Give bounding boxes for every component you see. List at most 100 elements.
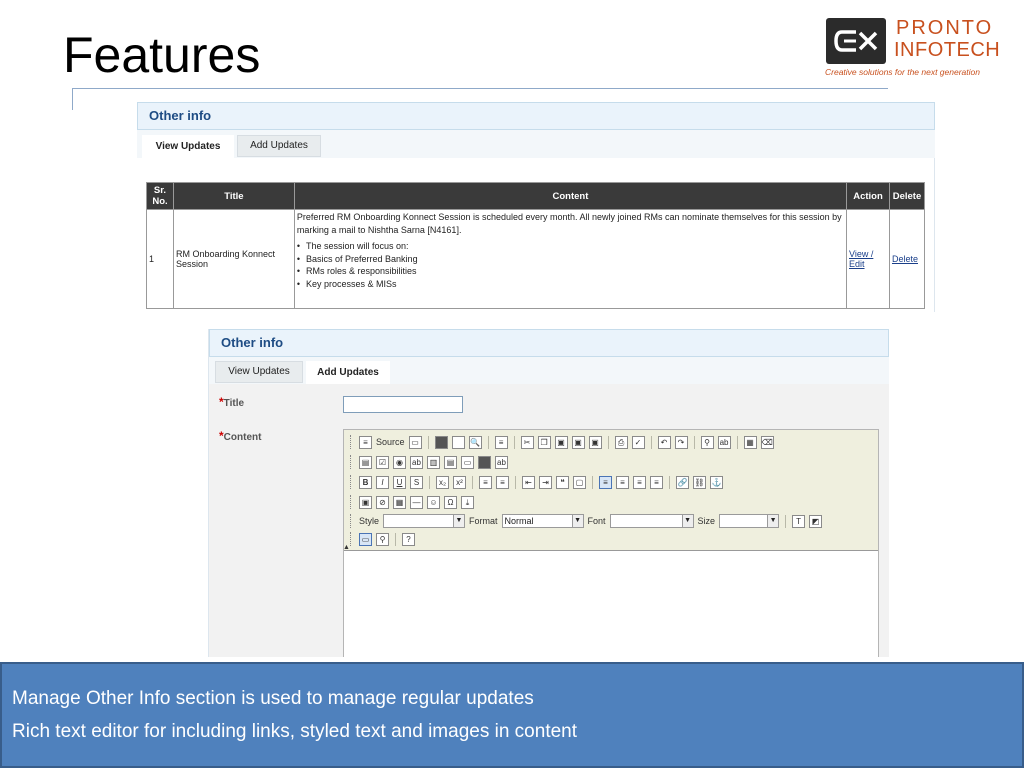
- form-icon[interactable]: ▤: [359, 455, 372, 469]
- tab-view-updates[interactable]: View Updates: [142, 135, 234, 158]
- outdent-icon[interactable]: ⇤: [522, 475, 535, 489]
- text-color-icon[interactable]: T: [792, 514, 806, 528]
- content-intro: Preferred RM Onboarding Konnect Session …: [296, 212, 842, 235]
- horizontal-rule-icon[interactable]: ―: [410, 495, 423, 509]
- cut-icon[interactable]: ✂: [520, 435, 534, 449]
- col-delete: Delete: [888, 182, 926, 210]
- superscript-icon[interactable]: x²: [453, 475, 466, 489]
- indent-icon[interactable]: ⇥: [539, 475, 552, 489]
- find-icon[interactable]: ⚲: [700, 435, 714, 449]
- tab-view-updates[interactable]: View Updates: [215, 361, 303, 383]
- print-icon[interactable]: ⎙: [614, 435, 628, 449]
- new-page-icon[interactable]: [451, 435, 465, 449]
- chevron-down-icon: ▼: [767, 515, 779, 527]
- subscript-icon[interactable]: x₂: [436, 475, 449, 489]
- blockquote-icon[interactable]: ❝: [556, 475, 569, 489]
- div-container-icon[interactable]: ▢: [573, 475, 586, 489]
- title-divider-tick: [72, 88, 73, 110]
- chevron-down-icon: ▼: [681, 515, 693, 527]
- title-input[interactable]: [343, 396, 463, 413]
- align-left-icon[interactable]: ≡: [599, 475, 612, 489]
- size-select[interactable]: ▼: [719, 514, 780, 528]
- print-preview-icon[interactable]: 🔍: [468, 435, 482, 449]
- help-icon[interactable]: ?: [402, 532, 415, 546]
- copy-icon[interactable]: ❐: [537, 435, 551, 449]
- toolbar-grip: [350, 475, 353, 489]
- templates-icon[interactable]: ≡: [494, 435, 508, 449]
- delete-link[interactable]: Delete: [892, 254, 918, 264]
- page-break-icon[interactable]: ⤓: [461, 495, 474, 509]
- preview-icon[interactable]: ▭: [408, 435, 422, 449]
- table-icon[interactable]: ▦: [393, 495, 406, 509]
- source-icon[interactable]: ≡: [359, 435, 372, 449]
- select-field-icon[interactable]: ▤: [444, 455, 457, 469]
- caption-line-2: Rich text editor for including links, st…: [12, 721, 578, 742]
- image-button-icon[interactable]: [478, 455, 491, 469]
- bulleted-list-icon[interactable]: ≡: [496, 475, 509, 489]
- image-icon[interactable]: ▣: [359, 495, 372, 509]
- toolbar-row: B I U S x₂ x² ≡ ≡ ⇤ ⇥ ❝ ▢ ≡ ≡ ≡ ≡ 🔗 ⛓ ⚓: [350, 473, 723, 491]
- underline-icon[interactable]: U: [393, 475, 406, 489]
- align-right-icon[interactable]: ≡: [633, 475, 646, 489]
- chevron-down-icon: ▼: [571, 515, 583, 527]
- tab-add-updates[interactable]: Add Updates: [306, 361, 390, 384]
- bold-icon[interactable]: B: [359, 475, 372, 489]
- toolbar-grip: [350, 435, 353, 449]
- spellcheck-icon[interactable]: ✓: [631, 435, 645, 449]
- paste-text-icon[interactable]: ▣: [571, 435, 585, 449]
- anchor-icon[interactable]: ⚓: [710, 475, 723, 489]
- content-label: *Content: [219, 429, 262, 443]
- show-blocks-icon[interactable]: ⚲: [376, 532, 389, 546]
- paste-word-icon[interactable]: ▣: [588, 435, 602, 449]
- checkbox-icon[interactable]: ☑: [376, 455, 389, 469]
- undo-icon[interactable]: ↶: [657, 435, 671, 449]
- list-item: The session will focus on:: [297, 240, 844, 253]
- replace-icon[interactable]: ab: [717, 435, 731, 449]
- radio-icon[interactable]: ◉: [393, 455, 406, 469]
- style-label: Style: [359, 516, 380, 526]
- paste-icon[interactable]: ▣: [554, 435, 568, 449]
- remove-format-icon[interactable]: ⌫: [760, 435, 774, 449]
- table-header-row: Sr. No. Title Content Action Delete: [146, 182, 926, 210]
- numbered-list-icon[interactable]: ≡: [479, 475, 492, 489]
- toolbar-grip: [350, 532, 353, 546]
- unlink-icon[interactable]: ⛓: [693, 475, 706, 489]
- align-center-icon[interactable]: ≡: [616, 475, 629, 489]
- font-select[interactable]: ▼: [609, 514, 694, 528]
- italic-icon[interactable]: I: [376, 475, 389, 489]
- table-row: 1 RM Onboarding Konnect Session Preferre…: [146, 209, 926, 309]
- col-sr-no: Sr. No.: [146, 182, 174, 210]
- select-all-icon[interactable]: ▦: [743, 435, 757, 449]
- redo-icon[interactable]: ↷: [674, 435, 688, 449]
- logo-tagline: Creative solutions for the next generati…: [825, 67, 980, 77]
- link-icon[interactable]: 🔗: [676, 475, 689, 489]
- flash-icon[interactable]: ⊘: [376, 495, 389, 509]
- textarea-icon[interactable]: ▥: [427, 455, 440, 469]
- format-select[interactable]: Normal ▼: [501, 514, 584, 528]
- text-field-icon[interactable]: ab: [410, 455, 423, 469]
- justify-icon[interactable]: ≡: [650, 475, 663, 489]
- title-label: *Title: [219, 395, 245, 409]
- maximize-icon[interactable]: ▭: [359, 532, 372, 546]
- tab-add-updates[interactable]: Add Updates: [237, 135, 321, 157]
- save-icon[interactable]: [434, 435, 448, 449]
- style-select[interactable]: ▼: [383, 514, 466, 528]
- hidden-field-icon[interactable]: ab: [495, 455, 508, 469]
- list-item: RMs roles & responsibilities: [297, 265, 844, 278]
- background-color-icon[interactable]: ◩: [809, 514, 823, 528]
- smiley-icon[interactable]: ☺: [427, 495, 440, 509]
- strike-icon[interactable]: S: [410, 475, 423, 489]
- editor-content-area[interactable]: [344, 550, 878, 657]
- updates-table: Sr. No. Title Content Action Delete 1 RM…: [146, 182, 926, 309]
- special-char-icon[interactable]: Ω: [444, 495, 457, 509]
- source-button[interactable]: Source: [376, 437, 405, 447]
- toolbar-row: ▤ ☑ ◉ ab ▥ ▤ ▭ ab: [350, 453, 508, 471]
- cell-action: View / Edit: [846, 209, 890, 309]
- toolbar-grip: [350, 514, 353, 528]
- cell-title: RM Onboarding Konnect Session: [172, 209, 295, 309]
- button-field-icon[interactable]: ▭: [461, 455, 474, 469]
- view-edit-link[interactable]: View / Edit: [849, 249, 873, 269]
- caption-line-1: Manage Other Info section is used to man…: [12, 688, 534, 709]
- panel-header: Other info: [137, 102, 935, 130]
- tab-bar: View Updates Add Updates: [137, 130, 935, 158]
